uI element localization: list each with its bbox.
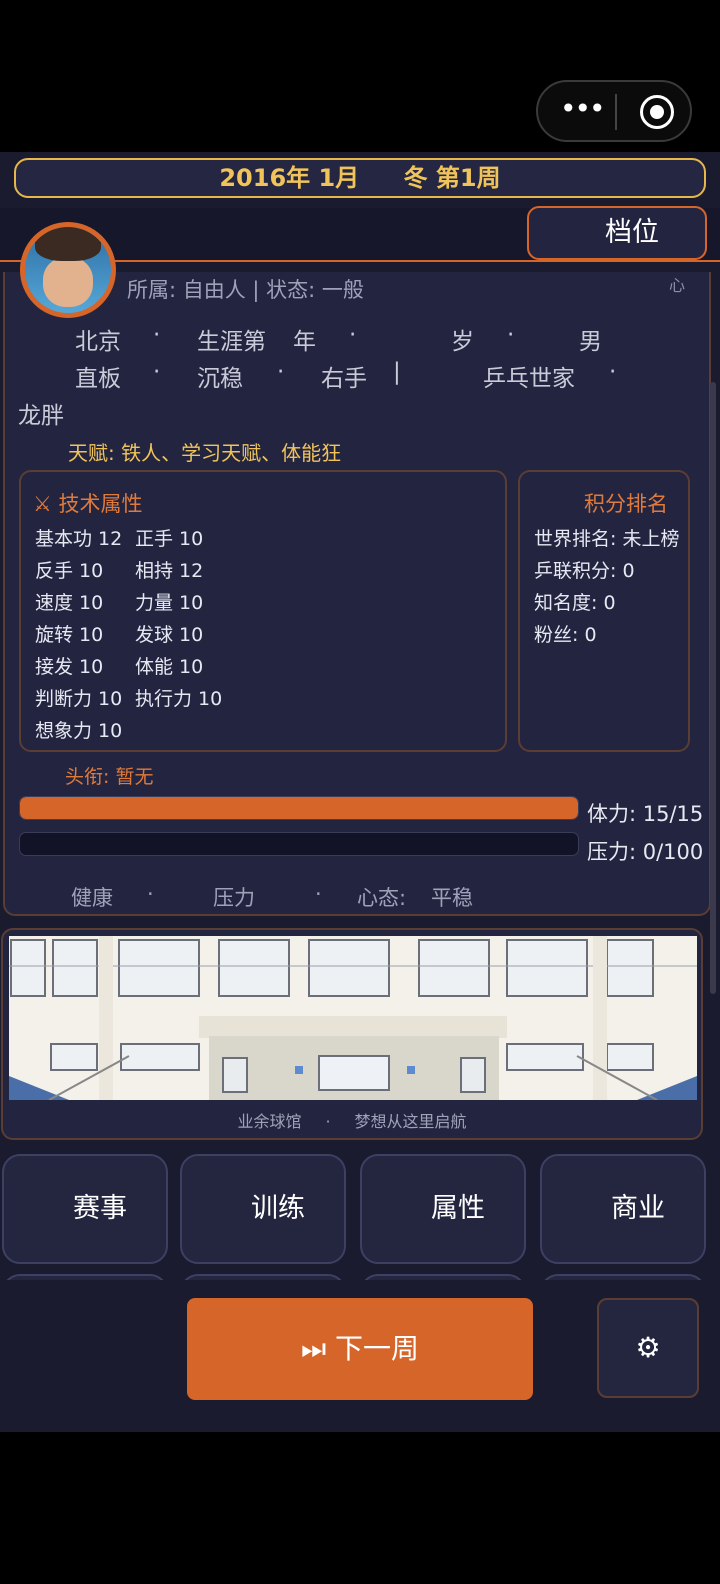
status-sep: · [147,882,154,906]
target-icon[interactable] [640,95,674,129]
attr-item: 速度 10 [35,592,104,614]
info-city: 北京 [75,329,121,355]
info-personality: 沉稳 [197,366,243,392]
status-pressure: 压力 [213,886,255,910]
ranking-panel: 积分排名 世界排名: 未上榜 乒联积分: 0 知名度: 0 粉丝: 0 [518,470,690,752]
gym-scene-image [9,936,697,1100]
scrollbar-thumb[interactable] [710,382,716,994]
attr-item: 判断力 10 [35,688,123,710]
season-week-label: 冬 第1周 [403,164,501,192]
ranking-item: 粉丝: 0 [534,624,597,646]
ranking-title: 积分排名 [584,492,668,516]
scene-sep: · [325,1112,331,1131]
profile-card: 心 所属: 自由人 | 状态: 一般 北京 · 生涯第 年 · 岁 · 男 直板… [3,222,711,916]
tier-button[interactable]: 档位 [527,206,707,260]
gear-icon[interactable]: ⚙ [597,1298,699,1398]
avatar-face [43,257,93,307]
info-sep: · [609,359,617,385]
mini-program-capsule: ••• [536,80,692,142]
scene-card: 业余球馆 · 梦想从这里启航 [1,928,703,1140]
info-sep: · [153,322,161,348]
ranking-item: 世界排名: 未上榜 [534,528,680,550]
attr-item: 基本功 12 [35,528,123,550]
attr-item: 想象力 10 [35,720,123,742]
attr-item: 执行力 10 [135,688,223,710]
scene-motto: 梦想从这里启航 [354,1112,467,1131]
pressure-bar [19,832,579,856]
info-sep: · [277,359,285,385]
capsule-divider [615,94,617,130]
player-name: 龙胖 [18,403,64,429]
attr-item: 旋转 10 [35,624,104,646]
status-mood-value: 平稳 [431,886,473,910]
info-gender: 男 [579,329,602,355]
corner-label: 心 [668,276,685,295]
more-dots-icon[interactable]: ••• [560,95,606,126]
info-background: 乒乓世家 [483,366,575,392]
ranking-item: 乒联积分: 0 [534,560,635,582]
status-health: 健康 [71,886,113,910]
business-button[interactable]: 商业 [540,1154,706,1264]
gym-building-illustration [9,936,697,1100]
pressure-label: 压力: 0/100 [587,840,704,864]
ranking-item: 知名度: 0 [534,592,616,614]
info-grip: 直板 [75,366,121,392]
match-button[interactable]: 赛事 [2,1154,168,1264]
attr-item: 正手 10 [135,528,204,550]
title-line: 头衔: 暂无 [65,766,154,788]
info-divider: | [393,359,401,385]
tech-attributes-title: ⚔ 技术属性 [33,492,143,516]
status-sep: · [315,882,322,906]
attributes-button[interactable]: 属性 [360,1154,526,1264]
game-screen: 2016年 1月 冬 第1周 档位 心 所属: 自由人 | 状态: 一般 北京 … [0,152,720,1432]
attr-item: 接发 10 [35,656,104,678]
scene-place: 业余球馆 [237,1112,302,1131]
attr-item: 反手 10 [35,560,104,582]
avatar-hair [35,227,101,261]
stamina-label: 体力: 15/15 [587,802,704,826]
date-bar: 2016年 1月 冬 第1周 [14,158,706,198]
date-label: 2016年 1月 [219,164,360,192]
info-sep: · [349,322,357,348]
stamina-bar-fill [20,797,578,819]
attr-item: 体能 10 [135,656,204,678]
stamina-bar [19,796,579,820]
scene-caption: 业余球馆 · 梦想从这里启航 [3,1108,701,1132]
attr-item: 相持 12 [135,560,204,582]
info-year-label: 年 [293,329,316,355]
attr-item: 力量 10 [135,592,204,614]
info-sep: · [153,359,161,385]
info-age-label: 岁 [451,329,474,355]
attr-item: 发球 10 [135,624,204,646]
status-mood-label: 心态: [357,886,407,910]
bottom-action-bar: ⏭ 下一周 ⚙ [0,1280,720,1432]
info-hand: 右手 [321,366,367,392]
info-sep: · [507,322,515,348]
affiliation-text: 所属: 自由人 | 状态: 一般 [127,278,364,302]
info-career-label: 生涯第 [197,329,266,355]
training-button[interactable]: 训练 [180,1154,346,1264]
next-week-button[interactable]: ⏭ 下一周 [187,1298,533,1400]
tech-attributes-panel: ⚔ 技术属性 基本功 12 反手 10 速度 10 旋转 10 接发 10 判断… [19,470,507,752]
talent-line: 天赋: 铁人、学习天赋、体能狂 [68,441,342,465]
player-avatar[interactable] [20,222,116,318]
